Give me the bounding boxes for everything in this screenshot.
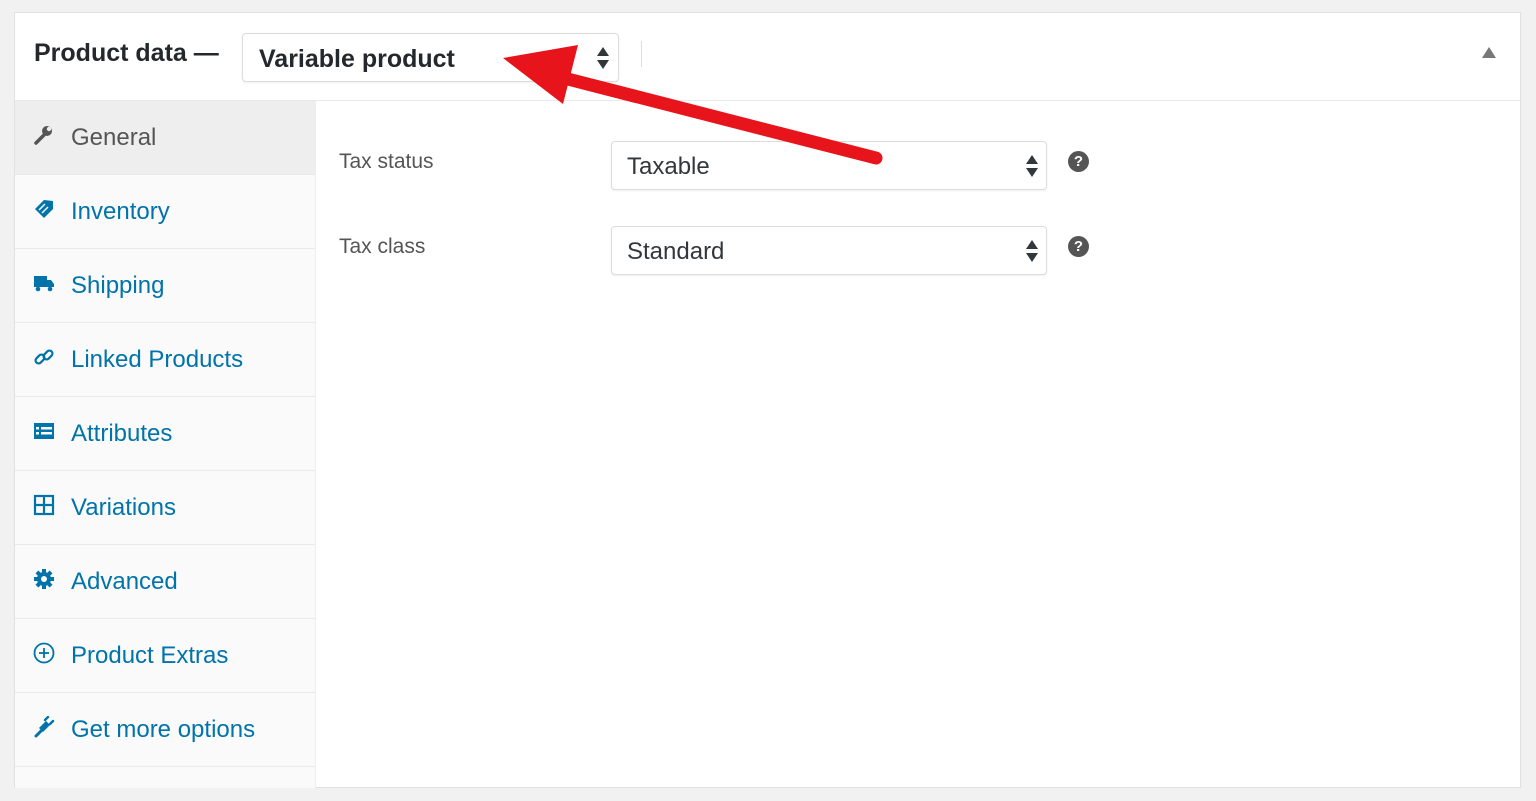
tax-status-value: Taxable xyxy=(627,153,710,180)
tab-label: Get more options xyxy=(71,716,256,743)
select-arrows-icon xyxy=(597,45,609,71)
product-type-select[interactable]: Variable product xyxy=(242,33,619,82)
gear-icon xyxy=(33,568,55,590)
tab-label: Product Extras xyxy=(71,642,229,669)
truck-icon xyxy=(33,272,55,294)
product-data-tabs: General Inventory Shipping Linked Produc… xyxy=(15,101,316,788)
product-type-value: Variable product xyxy=(259,45,455,73)
tab-shipping[interactable]: Shipping xyxy=(15,249,315,323)
tag-icon xyxy=(33,198,55,220)
select-arrows-icon xyxy=(1026,153,1038,179)
plugin-icon xyxy=(33,715,55,738)
tab-label: Attributes xyxy=(71,420,173,447)
tab-product-extras[interactable]: Product Extras xyxy=(15,619,315,693)
help-icon[interactable]: ? xyxy=(1068,236,1089,257)
tab-advanced[interactable]: Advanced xyxy=(15,545,315,619)
tab-label: Inventory xyxy=(71,198,170,225)
tax-class-label: Tax class xyxy=(339,235,426,258)
select-arrows-icon xyxy=(1026,238,1038,264)
tab-label: Variations xyxy=(71,494,176,521)
plus-circle-icon xyxy=(33,642,55,664)
panel-header: Product data — Variable product xyxy=(15,13,1520,101)
tax-class-select[interactable]: Standard xyxy=(611,226,1047,275)
wrench-icon xyxy=(33,124,55,146)
tab-label: General xyxy=(71,124,157,151)
tab-attributes[interactable]: Attributes xyxy=(15,397,315,471)
tab-variations[interactable]: Variations xyxy=(15,471,315,545)
panel-title: Product data — xyxy=(34,39,219,67)
tab-label: Advanced xyxy=(71,568,178,595)
collapse-toggle-icon[interactable] xyxy=(1482,47,1496,58)
tab-get-more-options[interactable]: Get more options xyxy=(15,693,315,767)
grid-icon xyxy=(33,494,55,516)
tab-general[interactable]: General xyxy=(15,101,315,175)
link-icon xyxy=(33,346,55,368)
header-divider xyxy=(641,41,642,67)
help-icon[interactable]: ? xyxy=(1068,151,1089,172)
tax-status-select[interactable]: Taxable xyxy=(611,141,1047,190)
tab-label: Shipping xyxy=(71,272,165,299)
general-tab-content: Tax status Taxable ? Tax class Standard … xyxy=(316,101,1520,787)
tax-class-value: Standard xyxy=(627,238,725,265)
tab-linked-products[interactable]: Linked Products xyxy=(15,323,315,397)
product-data-panel: Product data — Variable product General … xyxy=(14,12,1521,788)
tab-label: Linked Products xyxy=(71,346,244,373)
tax-status-label: Tax status xyxy=(339,150,434,173)
tab-inventory[interactable]: Inventory xyxy=(15,175,315,249)
list-icon xyxy=(33,420,55,442)
